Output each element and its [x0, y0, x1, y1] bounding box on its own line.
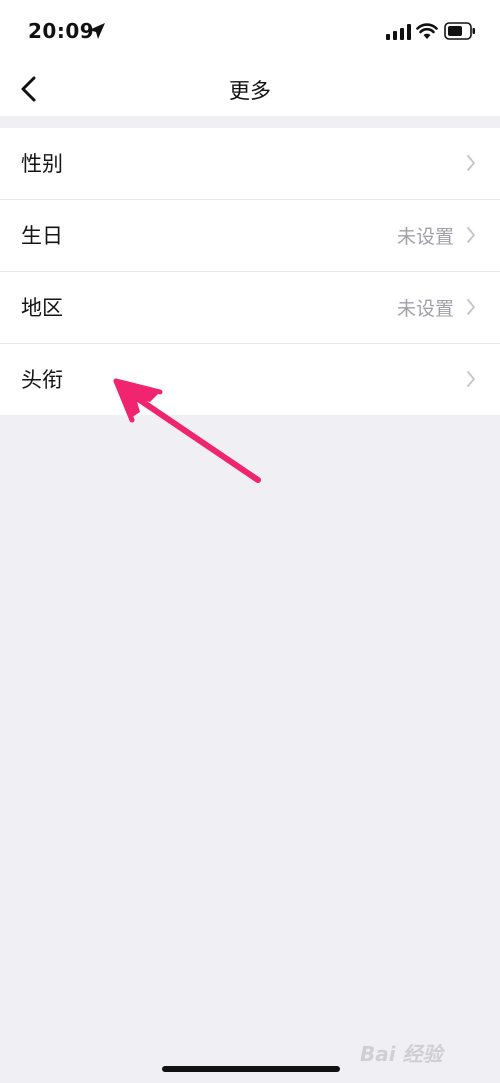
chevron-right-icon	[467, 299, 475, 315]
chevron-right-icon	[467, 371, 475, 387]
wifi-icon	[416, 23, 438, 39]
nav-bar: 更多	[0, 62, 500, 116]
list-item-label: 头衔	[21, 368, 63, 392]
status-time: 20:09	[28, 19, 95, 43]
watermark: Bai 经验	[360, 1030, 490, 1070]
chevron-right-icon	[467, 155, 475, 171]
list-item-birthday[interactable]: 生日 未设置	[0, 200, 500, 272]
status-bar: 20:09	[0, 0, 500, 62]
page-title: 更多	[229, 79, 271, 103]
chevron-right-icon	[467, 227, 475, 243]
list-item-region[interactable]: 地区 未设置	[0, 272, 500, 344]
home-indicator[interactable]	[162, 1066, 340, 1072]
watermark-text: Bai 经验	[360, 1042, 443, 1066]
list-item-label: 生日	[21, 224, 63, 248]
list-item-value: 未设置	[396, 298, 454, 320]
list-item-gender[interactable]: 性别	[0, 128, 500, 200]
list-item-label: 性别	[21, 152, 63, 176]
settings-list: 性别 生日 未设置 地区 未设置 头衔	[0, 128, 500, 415]
location-arrow-icon	[89, 23, 105, 39]
battery-icon	[444, 22, 475, 40]
list-item-label: 地区	[21, 296, 63, 320]
section-divider	[0, 116, 500, 128]
list-item-title[interactable]: 头衔	[0, 344, 500, 415]
cellular-signal-icon	[386, 24, 411, 40]
list-item-value: 未设置	[396, 226, 454, 248]
